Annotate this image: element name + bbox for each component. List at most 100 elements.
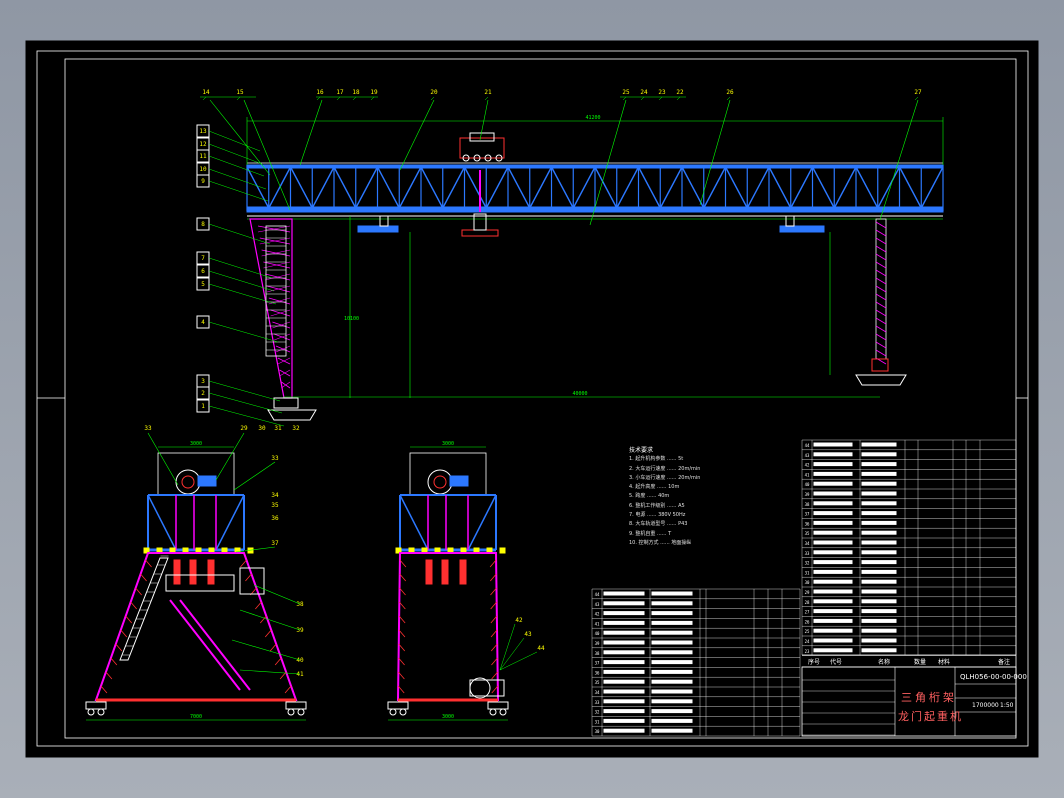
parts-table-name <box>861 628 897 633</box>
parts-table-name <box>861 579 897 584</box>
parts-table-seq: 41 <box>595 621 600 626</box>
parts-table-name <box>651 630 693 635</box>
callout-number-14: 14 <box>202 89 210 96</box>
tech-note-line: 3. 小车运行速度 ...... 20m/min <box>629 474 701 481</box>
electric-hoist-right <box>779 225 825 233</box>
tech-note-line: 8. 大车轨道型号 ...... P43 <box>629 521 688 528</box>
parts-table-seq: 35 <box>805 531 810 536</box>
callout-number-1: 1 <box>201 403 205 410</box>
parts-table-seq: 33 <box>805 551 810 556</box>
parts-table-name <box>861 569 897 574</box>
callout-number-4: 4 <box>201 319 205 326</box>
technical-notes: 技术要求 1. 起升机构参数 ...... 5t 2. 大车运行速度 .....… <box>629 446 700 548</box>
parts-table-code <box>813 511 853 516</box>
callout-number-24: 24 <box>640 89 648 96</box>
callout-number-20: 20 <box>430 89 438 96</box>
parts-table-code <box>813 520 853 525</box>
electric-hoist-left <box>357 225 399 233</box>
callout-number-38: 38 <box>296 601 304 608</box>
table-header-qty: 数量 <box>914 659 927 666</box>
hook <box>207 559 215 585</box>
callout-number-5: 5 <box>201 281 205 288</box>
table-header-remark: 备注 <box>998 659 1011 666</box>
parts-table-seq: 39 <box>805 492 810 497</box>
parts-table-seq: 35 <box>595 680 600 685</box>
parts-table-seq: 40 <box>805 482 810 487</box>
parts-table-seq: 34 <box>595 690 600 695</box>
parts-table-name <box>651 620 693 625</box>
parts-table-code <box>813 569 853 574</box>
gantry-crane-drawing: 41200400001010014 15 16 17 18 19 20 21 25 24 23 22 2… <box>25 40 1039 758</box>
parts-table-code <box>813 638 853 643</box>
parts-table-seq: 44 <box>595 592 600 597</box>
parts-table-name <box>861 491 897 496</box>
parts-table-code <box>813 618 853 623</box>
parts-table-seq: 23 <box>805 649 810 654</box>
tech-note-line: 10. 控制方式 ...... 地面操纵 <box>629 539 692 546</box>
parts-table-code <box>813 579 853 584</box>
parts-table-name <box>861 530 897 535</box>
callout-number-34: 34 <box>271 492 279 499</box>
parts-table-name <box>651 699 693 704</box>
parts-table-code <box>603 728 645 733</box>
tech-note-line: 5. 跨度 ...... 40m <box>629 493 670 500</box>
parts-table-name <box>861 589 897 594</box>
parts-table-seq: 39 <box>595 641 600 646</box>
parts-table-seq: 37 <box>595 661 600 666</box>
parts-table-name <box>861 462 897 467</box>
parts-table-seq: 36 <box>595 670 600 675</box>
callout-number-8: 8 <box>201 221 205 228</box>
parts-table-code <box>813 589 853 594</box>
parts-table-code <box>813 599 853 604</box>
parts-table-name <box>651 601 693 606</box>
callout-number-17: 17 <box>336 89 344 96</box>
parts-table-name <box>651 640 693 645</box>
parts-table-seq: 42 <box>805 463 810 468</box>
parts-table-code <box>813 491 853 496</box>
callout-number-33: 33 <box>271 455 279 462</box>
callout-number-15: 15 <box>236 89 244 96</box>
trolley-motor <box>449 475 469 487</box>
callout-number-30: 30 <box>258 425 266 432</box>
parts-table-code <box>813 648 853 653</box>
parts-table-seq: 31 <box>595 719 600 724</box>
parts-table-code <box>603 630 645 635</box>
tech-note-line: 7. 电源 ...... 380V 50Hz <box>629 512 686 519</box>
callout-number-23: 23 <box>658 89 666 96</box>
parts-table-code <box>603 679 645 684</box>
parts-table-name <box>861 501 897 506</box>
title-block-scale: 1:50 <box>1000 702 1014 709</box>
callout-number-26: 26 <box>726 89 734 96</box>
callout-number-22: 22 <box>676 89 684 96</box>
parts-table-code <box>603 660 645 665</box>
parts-table-seq: 29 <box>805 590 810 595</box>
dim-base-width-text: 3000 <box>442 714 454 720</box>
parts-table-code <box>813 501 853 506</box>
parts-table-name <box>861 481 897 486</box>
callout-number-42: 42 <box>515 617 523 624</box>
parts-table-name <box>861 599 897 604</box>
parts-table-code <box>603 669 645 674</box>
table-header-code: 代号 <box>830 659 843 666</box>
callout-number-13: 13 <box>199 128 207 135</box>
table-header-name: 名称 <box>878 659 891 666</box>
parts-table-name <box>861 540 897 545</box>
parts-table-code <box>603 611 645 616</box>
dim-top-width-text: 3000 <box>442 441 454 447</box>
parts-table-seq: 32 <box>595 710 600 715</box>
parts-table-code <box>813 550 853 555</box>
callout-number-6: 6 <box>201 268 205 275</box>
dim-top-width-text: 3000 <box>190 441 202 447</box>
parts-table-seq: 30 <box>595 729 600 734</box>
parts-table-code <box>813 471 853 476</box>
tech-note-line: 4. 起升高度 ...... 10m <box>629 484 680 491</box>
parts-table-seq: 33 <box>595 700 600 705</box>
tech-note-line: 6. 整机工作级别 ...... A5 <box>629 502 685 509</box>
callout-number-37: 37 <box>271 540 279 547</box>
parts-table-seq: 38 <box>805 502 810 507</box>
callout-number-2: 2 <box>201 390 205 397</box>
cad-viewport[interactable]: 41200 40000 10100 14 15 16 17 18 19 20 21 25 24 23 22 2… <box>0 0 1064 798</box>
parts-table-name <box>861 550 897 555</box>
title-block-weight: 1700000 <box>972 702 999 709</box>
tech-note-line: 1. 起升机构参数 ...... 5t <box>629 456 684 463</box>
